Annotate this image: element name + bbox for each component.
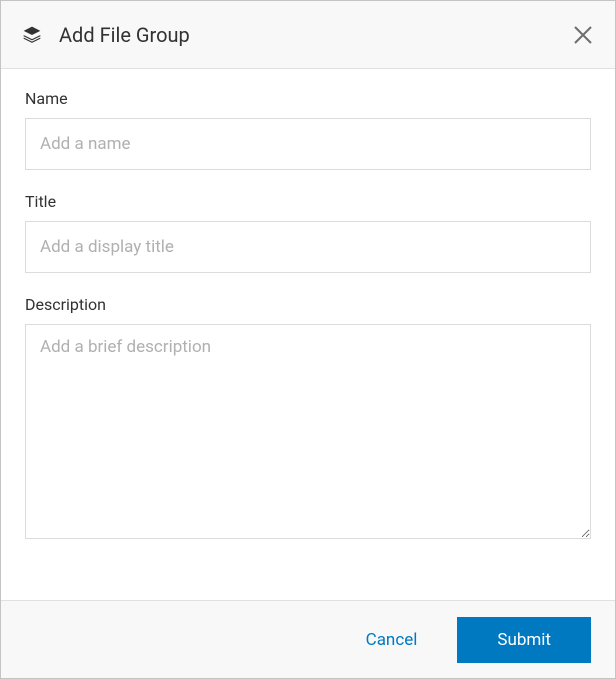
form-group-description: Description (25, 295, 591, 543)
description-textarea[interactable] (25, 324, 591, 539)
submit-button[interactable]: Submit (457, 617, 591, 663)
title-label: Title (25, 192, 591, 211)
dialog-footer: Cancel Submit (1, 600, 615, 678)
dialog-header: Add File Group (1, 1, 615, 69)
dialog-body: Name Title Description (1, 69, 615, 600)
cancel-button[interactable]: Cancel (350, 620, 434, 660)
layers-icon (21, 24, 43, 46)
title-input[interactable] (25, 221, 591, 273)
close-icon (574, 26, 592, 44)
description-label: Description (25, 295, 591, 314)
add-file-group-dialog: Add File Group Name Title Description Ca… (0, 0, 616, 679)
form-group-title: Title (25, 192, 591, 273)
name-input[interactable] (25, 118, 591, 170)
dialog-title: Add File Group (59, 23, 571, 47)
form-group-name: Name (25, 89, 591, 170)
name-label: Name (25, 89, 591, 108)
close-button[interactable] (571, 23, 595, 47)
